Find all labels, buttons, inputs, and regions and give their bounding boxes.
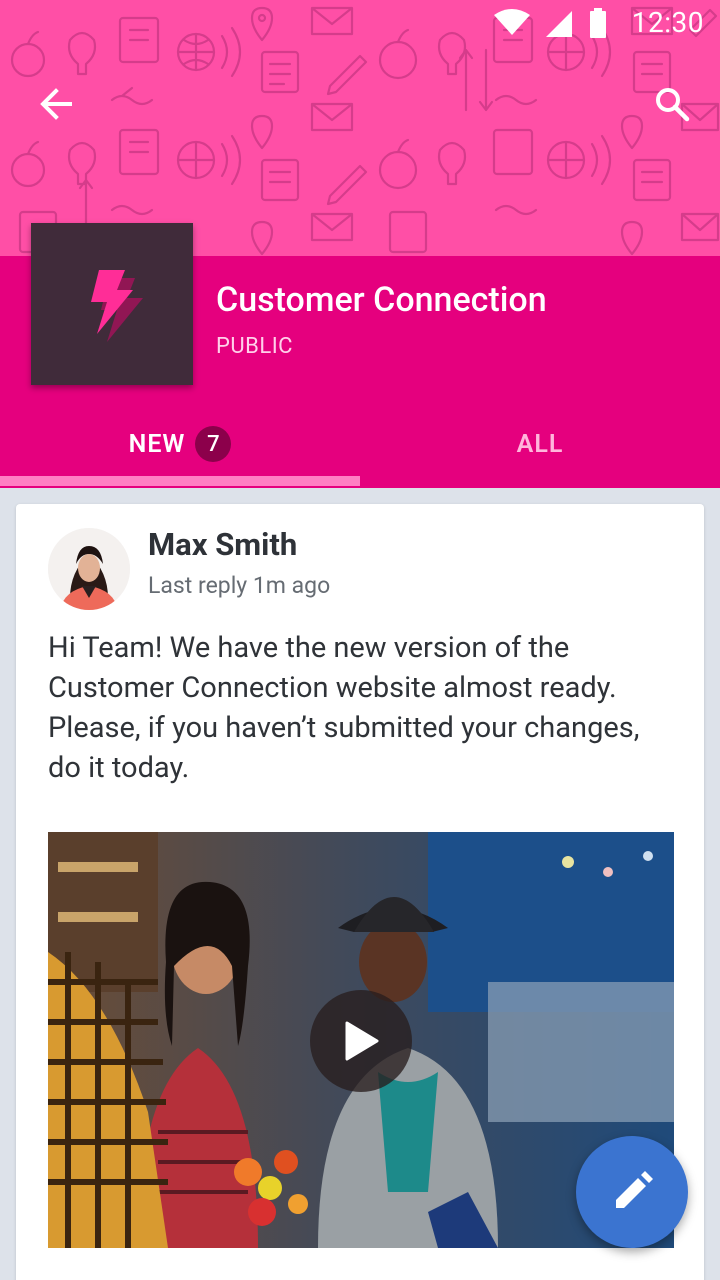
post-meta: Last reply 1m ago xyxy=(148,572,331,599)
status-icons xyxy=(494,8,608,42)
author-avatar-image xyxy=(48,528,130,610)
tab-indicator xyxy=(0,476,360,486)
tab-new[interactable]: NEW 7 xyxy=(0,400,360,488)
battery-icon xyxy=(588,8,608,42)
group-title: Customer Connection xyxy=(216,280,547,320)
group-logo xyxy=(31,223,193,385)
search-icon xyxy=(656,88,690,122)
tab-new-label: NEW xyxy=(128,429,186,459)
play-button[interactable] xyxy=(310,990,412,1092)
cellular-icon xyxy=(544,9,574,41)
author-name[interactable]: Max Smith xyxy=(148,526,297,563)
status-bar: 12:30 xyxy=(0,0,720,48)
new-count-badge: 7 xyxy=(195,426,232,462)
group-visibility: PUBLIC xyxy=(216,334,294,359)
group-feed-screen: 12:30 Customer Connection PUBLIC NEW 7 A… xyxy=(0,0,720,1280)
back-button[interactable] xyxy=(32,80,80,128)
status-time: 12:30 xyxy=(631,6,704,39)
play-icon xyxy=(345,1021,379,1061)
avatar[interactable] xyxy=(48,528,130,610)
edit-pencil-icon xyxy=(616,1171,653,1208)
post-body: Hi Team! We have the new version of the … xyxy=(48,631,640,785)
search-button[interactable] xyxy=(648,80,696,128)
lightning-bolt-icon xyxy=(91,270,143,342)
compose-fab[interactable] xyxy=(576,1136,688,1248)
tab-bar: NEW 7 ALL xyxy=(0,400,720,488)
wifi-icon xyxy=(494,9,530,41)
tab-all[interactable]: ALL xyxy=(360,400,720,488)
tab-all-label: ALL xyxy=(516,429,564,459)
arrow-back-icon xyxy=(40,88,72,120)
